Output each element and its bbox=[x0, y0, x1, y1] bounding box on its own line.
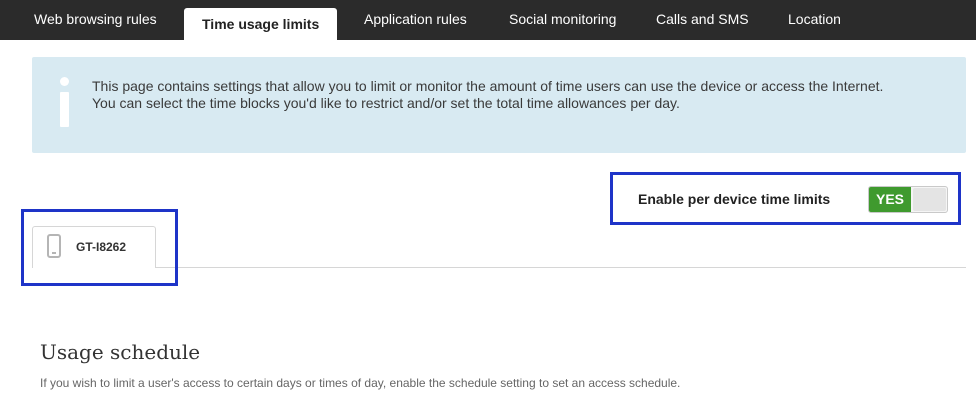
info-icon bbox=[54, 77, 74, 129]
toggle-on-label: YES bbox=[869, 187, 911, 212]
toggle-knob bbox=[913, 188, 946, 211]
device-time-limits-setting: Enable per device time limits YES bbox=[610, 172, 961, 225]
device-time-limits-label: Enable per device time limits bbox=[638, 191, 831, 207]
top-nav-bar: Web browsing rules Time usage limits App… bbox=[0, 0, 976, 40]
tab-social-monitoring[interactable]: Social monitoring bbox=[491, 0, 634, 38]
section-description: If you wish to limit a user's access to … bbox=[40, 376, 681, 390]
tab-location[interactable]: Location bbox=[770, 0, 859, 38]
device-tabs-divider bbox=[155, 267, 966, 268]
device-time-limits-toggle[interactable]: YES bbox=[868, 186, 948, 213]
info-line-2: You can select the time blocks you'd lik… bbox=[92, 94, 680, 111]
tab-time-usage-limits[interactable]: Time usage limits bbox=[184, 8, 338, 40]
info-line-1: This page contains settings that allow y… bbox=[92, 78, 884, 94]
info-banner: This page contains settings that allow y… bbox=[32, 57, 966, 153]
section-title: Usage schedule bbox=[40, 340, 201, 364]
tab-application-rules[interactable]: Application rules bbox=[346, 0, 485, 38]
tab-calls-and-sms[interactable]: Calls and SMS bbox=[638, 0, 767, 38]
tab-web-browsing-rules[interactable]: Web browsing rules bbox=[16, 0, 175, 38]
device-tab-highlight bbox=[21, 209, 178, 286]
info-text: This page contains settings that allow y… bbox=[92, 78, 952, 111]
